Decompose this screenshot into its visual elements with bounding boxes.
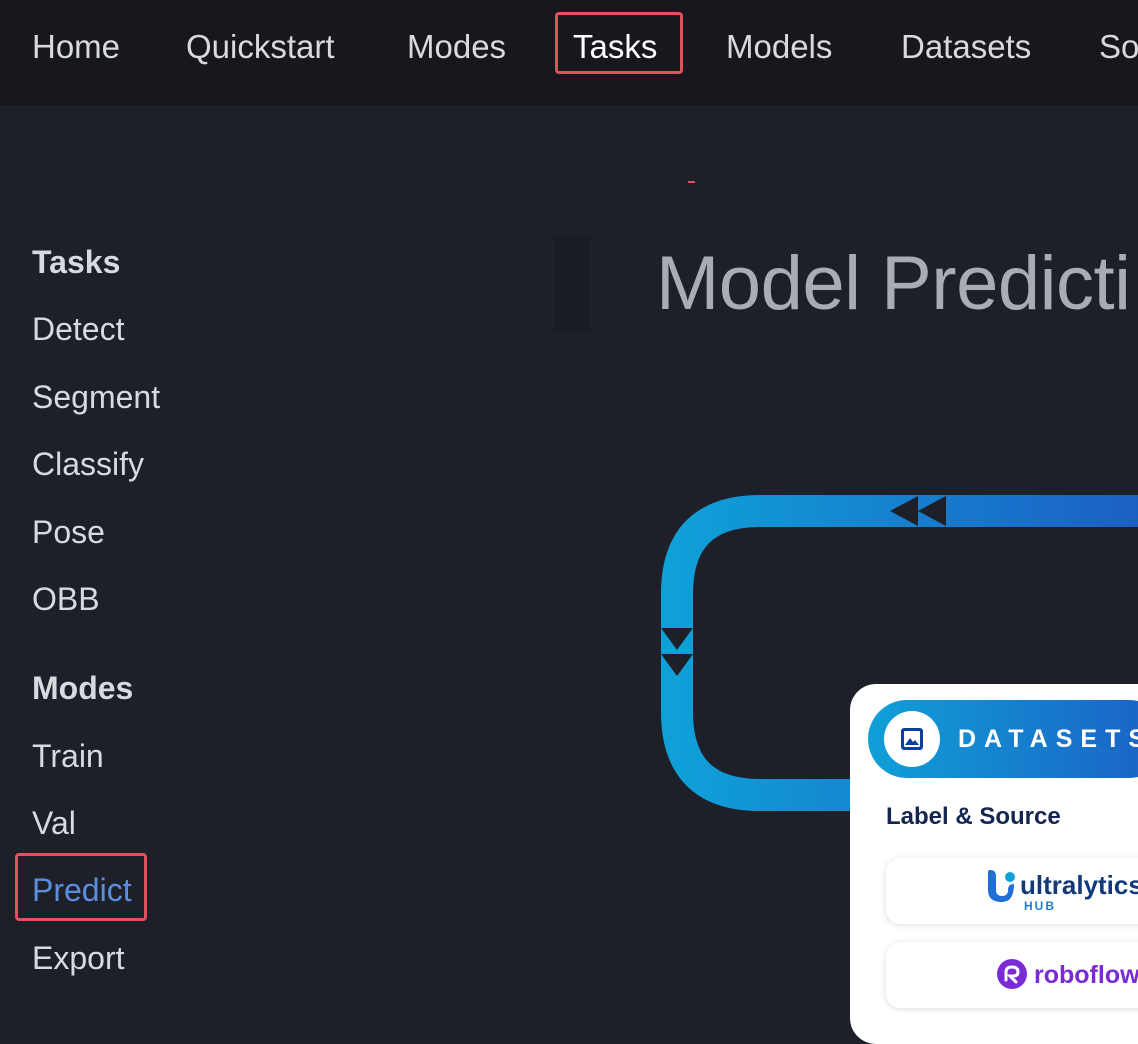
datasets-card-subtitle: Label & Source bbox=[886, 803, 1061, 830]
datasets-card: DATASETS Label & Source ultralytics HUB … bbox=[850, 684, 1138, 1044]
image-icon bbox=[884, 711, 940, 767]
datasets-card-header: DATASETS bbox=[868, 700, 1138, 778]
roboflow-logo-icon bbox=[997, 959, 1027, 989]
ultralytics-hub-logo: ultralytics HUB bbox=[986, 868, 1138, 913]
source-ultralytics-hub: ultralytics HUB bbox=[886, 858, 1138, 924]
roboflow-wordmark: roboflow bbox=[1034, 961, 1138, 989]
roboflow-logo: roboflow bbox=[996, 958, 1138, 995]
hub-tag: HUB bbox=[1024, 899, 1056, 913]
datasets-card-title: DATASETS bbox=[958, 725, 1138, 753]
source-roboflow: roboflow bbox=[886, 942, 1138, 1008]
ultralytics-logo-icon bbox=[988, 870, 1015, 902]
ultralytics-wordmark: ultralytics bbox=[1020, 870, 1138, 900]
